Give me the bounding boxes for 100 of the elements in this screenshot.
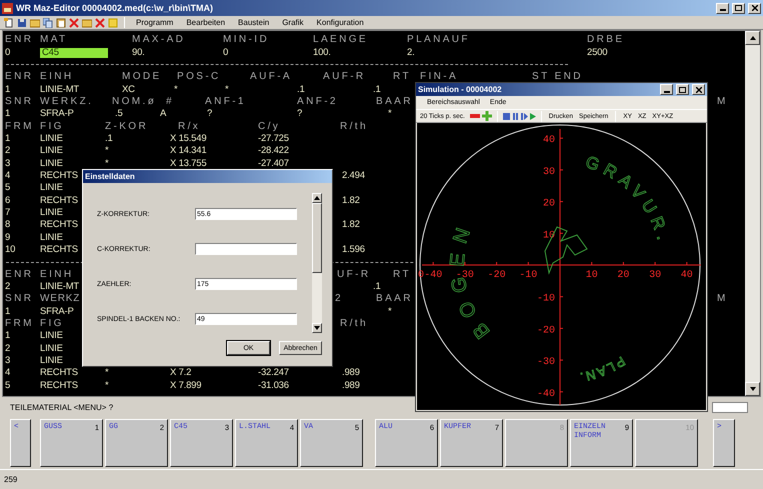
- close-button[interactable]: [748, 2, 761, 14]
- table-cell: *: [225, 84, 228, 95]
- column-header: ENR: [5, 72, 34, 82]
- close-button[interactable]: [692, 84, 705, 95]
- table-cell: RECHTS: [40, 368, 78, 378]
- input-field[interactable]: [195, 243, 297, 255]
- table-cell: 6: [5, 196, 10, 206]
- table-cell: 5: [5, 183, 10, 194]
- column-header: PLANAUF: [407, 35, 470, 46]
- table-cell: -31.036: [258, 380, 289, 391]
- column-header: LAENGE: [313, 35, 368, 46]
- axis-tick-label: -10: [536, 294, 555, 305]
- table-cell: 9: [5, 232, 10, 243]
- axis-tick-label: -40: [536, 388, 555, 400]
- table-cell: 3: [5, 158, 10, 169]
- table-cell: 2: [5, 344, 10, 354]
- table-cell: LINIE: [40, 331, 63, 342]
- save-icon[interactable]: [17, 18, 27, 28]
- table-cell: 1: [5, 331, 10, 342]
- menu-item[interactable]: Konfiguration: [312, 18, 369, 27]
- minimize-button[interactable]: [660, 84, 673, 95]
- maximize-icon: [735, 5, 742, 11]
- menu-item[interactable]: Grafik: [277, 18, 309, 27]
- table-cell: 0: [223, 48, 228, 58]
- new-file-icon[interactable]: [4, 18, 14, 28]
- axis-tick-label: -20: [536, 325, 555, 336]
- menu-item[interactable]: Baustein: [233, 18, 274, 27]
- minus-icon[interactable]: [470, 114, 480, 118]
- table-cell: LINIE: [40, 356, 63, 366]
- scrollbar[interactable]: [312, 193, 322, 333]
- table-cell: LINIE: [40, 344, 63, 354]
- table-cell: 5: [5, 380, 10, 391]
- table-cell: SFRA-P: [40, 306, 74, 317]
- table-cell: RECHTS: [40, 196, 78, 206]
- table-cell: RECHTS: [40, 380, 78, 391]
- axis-tick-label: -10: [519, 270, 538, 281]
- input-field[interactable]: [712, 402, 748, 412]
- table-cell: -32.247: [258, 368, 289, 378]
- column-header: FIN-A: [420, 72, 458, 82]
- column-header: POS-C: [177, 72, 221, 82]
- axis-tick-label: -40: [424, 270, 442, 281]
- table-cell: *: [174, 84, 178, 95]
- table-cell: RECHTS: [40, 170, 78, 181]
- column-header: MODE: [122, 72, 162, 82]
- table-cell: 2500: [587, 48, 608, 58]
- column-header: UF-R: [337, 270, 370, 280]
- table-cell: LINIE: [40, 134, 63, 144]
- axis-tick-label: 40: [680, 270, 693, 281]
- axis-tick-label: -30: [536, 357, 555, 368]
- column-header: ANF-2: [297, 96, 338, 107]
- prompt-text: TEILEMATERIAL <MENU> ?: [10, 402, 114, 412]
- column-header: Z-KOR: [105, 122, 148, 132]
- table-cell: LINIE: [40, 232, 63, 243]
- table-cell: XC: [122, 84, 135, 95]
- column-header: R/th: [340, 319, 368, 330]
- window-title: WR Maz-Editor 00004002.med(c:\w_r\bin\TMA): [16, 3, 214, 13]
- table-cell: LINIE: [40, 183, 63, 194]
- close-icon: [752, 5, 758, 11]
- column-header: NOM.ø: [112, 96, 156, 107]
- menu-item[interactable]: Programm: [131, 18, 178, 27]
- menu-item[interactable]: Bearbeiten: [181, 18, 230, 27]
- table-cell: 1.596: [342, 245, 365, 256]
- table-cell: 2.494: [342, 170, 365, 181]
- table-cell: 0: [5, 48, 10, 58]
- table-cell: 1: [5, 109, 10, 120]
- table-cell: 8: [5, 220, 10, 230]
- table-cell: 1.82: [342, 220, 360, 230]
- axis-tick-label: 10: [586, 270, 598, 281]
- table-cell: -28.422: [258, 146, 289, 156]
- table-cell: *: [388, 306, 392, 317]
- maximize-button[interactable]: [732, 2, 745, 14]
- selected-cell: C45: [40, 48, 108, 58]
- table-cell: LINIE: [40, 158, 63, 169]
- copy-icon[interactable]: [43, 18, 53, 28]
- stop-icon[interactable]: [502, 112, 510, 120]
- play-icon[interactable]: [530, 112, 536, 120]
- column-header: MIN-ID: [223, 35, 270, 46]
- step-icon[interactable]: [520, 112, 528, 120]
- table-cell: X 14.341: [170, 146, 206, 156]
- column-header: ANF-1: [205, 96, 246, 107]
- delete-icon[interactable]: [95, 18, 105, 28]
- column-header: AUF-A: [250, 72, 292, 82]
- delete-icon[interactable]: [69, 18, 79, 28]
- table-cell: *: [105, 368, 108, 378]
- column-header: M: [717, 96, 728, 107]
- minimize-button[interactable]: [716, 2, 729, 14]
- pause-icon[interactable]: [512, 112, 519, 120]
- table-cell: *: [388, 109, 392, 120]
- table-cell: .1: [105, 134, 113, 144]
- table-cell: 90.: [132, 48, 145, 58]
- table-cell: -27.407: [258, 158, 289, 169]
- table-cell: .1: [373, 282, 381, 292]
- column-header: SNR: [5, 294, 34, 304]
- paste-icon[interactable]: [56, 18, 66, 28]
- column-header: ENR: [5, 35, 34, 46]
- maximize-button[interactable]: [676, 84, 689, 95]
- table-cell: 2: [5, 282, 10, 292]
- column-header: 2: [335, 294, 343, 304]
- scrollbar[interactable]: [745, 31, 760, 396]
- axis-tick-label: 30: [649, 270, 662, 281]
